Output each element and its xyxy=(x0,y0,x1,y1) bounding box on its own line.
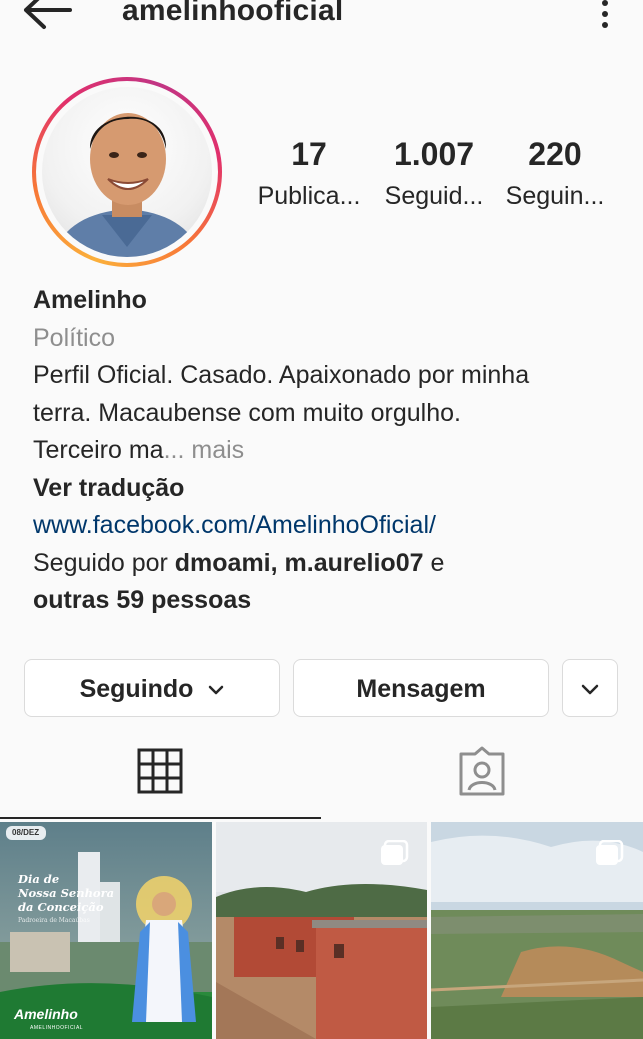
top-bar: amelinhooficial xyxy=(0,0,643,40)
message-button-label: Mensagem xyxy=(356,675,486,703)
bio-more-link[interactable]: ... mais xyxy=(164,436,245,464)
stat-posts[interactable]: 17 Publica... xyxy=(246,135,372,219)
profile-website-link[interactable]: www.facebook.com/AmelinhoOficial/ xyxy=(33,507,623,545)
followed-by-user: dmoami xyxy=(174,548,271,577)
stat-following-count: 220 xyxy=(528,136,582,172)
active-tab-indicator xyxy=(0,817,321,819)
more-vertical-icon xyxy=(590,0,620,28)
following-button-label: Seguindo xyxy=(79,675,194,703)
chevron-down-icon xyxy=(209,686,224,695)
post-brand: Amelinho xyxy=(14,1006,78,1022)
stat-followers[interactable]: 1.007 Seguid... xyxy=(372,135,496,219)
profile-bio: Amelinho Político Perfil Oficial. Casado… xyxy=(33,282,623,620)
profile-name: Amelinho xyxy=(33,286,147,314)
post-title-line: Dia de xyxy=(18,872,60,886)
multiple-photos-icon xyxy=(381,840,409,865)
followed-by-conjunction: e xyxy=(423,548,445,577)
profile-category: Político xyxy=(33,323,115,352)
bio-line-2: terra. Macaubense com muito orgulho. xyxy=(33,398,461,427)
stat-followers-label: Seguid... xyxy=(384,182,484,210)
suggested-accounts-button[interactable] xyxy=(562,659,618,717)
post-thumbnail[interactable] xyxy=(431,822,643,1039)
following-button[interactable]: Seguindo xyxy=(24,659,280,717)
bio-line-3: Terceiro ma... mais xyxy=(33,432,623,470)
stat-following[interactable]: 220 Seguin... xyxy=(496,135,614,219)
post-date-badge: 08/DEZ xyxy=(12,828,40,837)
bio-line-1: Perfil Oficial. Casado. Apaixonado por m… xyxy=(33,361,530,389)
chevron-down-icon xyxy=(581,685,599,695)
profile-photo xyxy=(52,113,202,257)
arrow-left-icon xyxy=(24,0,72,29)
profile-username: amelinhooficial xyxy=(122,0,344,27)
post-handle: AMELINHOOFICIAL xyxy=(30,1025,84,1031)
profile-tabs xyxy=(0,740,643,820)
post-title-line: da Conceição xyxy=(18,900,104,914)
bio-text-truncated: Terceiro ma xyxy=(33,436,164,464)
stat-posts-label: Publica... xyxy=(257,182,361,210)
post-thumbnail[interactable] xyxy=(216,822,427,1039)
post-thumbnail[interactable]: 08/DEZ Dia de Nossa Senhora da Conceição… xyxy=(0,822,212,1039)
story-ring[interactable] xyxy=(32,77,222,267)
message-button[interactable]: Mensagem xyxy=(293,659,549,717)
stat-followers-count: 1.007 xyxy=(393,136,475,172)
multiple-photos-icon xyxy=(596,840,624,865)
followed-by-line[interactable]: Seguido por dmoami, m.aurelio07 e xyxy=(33,545,623,583)
post-title: Dia de Nossa Senhora da Conceição Padroe… xyxy=(18,872,114,928)
more-options-button[interactable] xyxy=(590,0,620,34)
post-subtitle: Padroeira de Macaúbas xyxy=(18,917,90,924)
tab-tagged[interactable] xyxy=(321,740,643,816)
followed-by-others[interactable]: outras 59 pessoas xyxy=(33,582,623,620)
stat-posts-count: 17 xyxy=(291,136,327,172)
followed-by-separator: , xyxy=(270,548,285,577)
followed-by-prefix: Seguido por xyxy=(33,548,175,577)
posts-grid: 08/DEZ Dia de Nossa Senhora da Conceição… xyxy=(0,822,643,1039)
followed-by-user: m.aurelio07 xyxy=(284,548,424,577)
stat-following-label: Seguin... xyxy=(505,182,605,210)
tab-posts-grid[interactable] xyxy=(0,740,321,816)
avatar xyxy=(42,87,212,257)
back-button[interactable] xyxy=(20,0,76,32)
grid-icon xyxy=(137,748,183,794)
tagged-icon xyxy=(459,746,505,796)
translate-link[interactable]: Ver tradução xyxy=(33,470,623,508)
post-title-line: Nossa Senhora xyxy=(18,886,115,900)
